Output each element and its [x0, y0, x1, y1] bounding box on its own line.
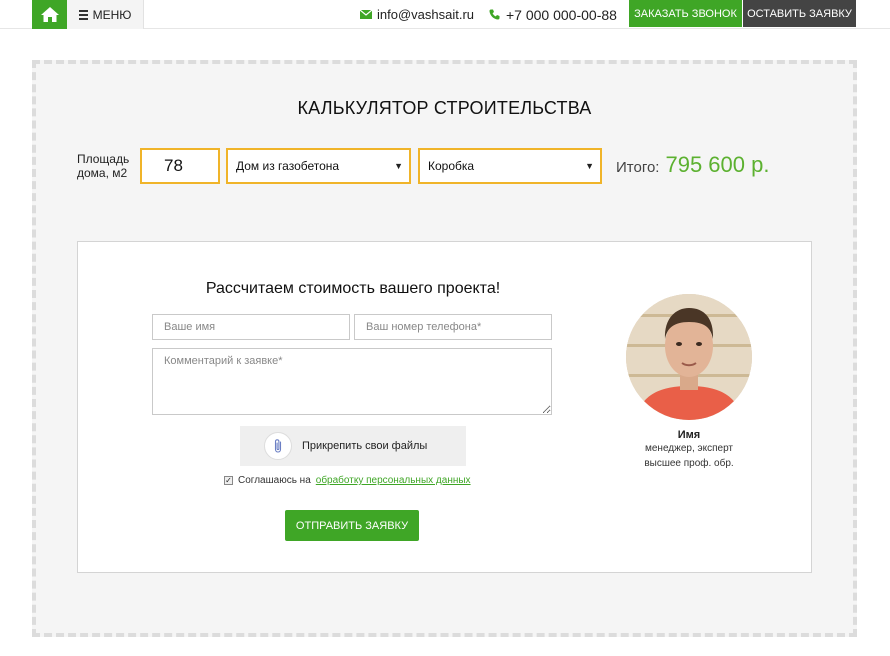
contact-phone[interactable]: +7 000 000-00-88: [489, 0, 617, 29]
order-call-button[interactable]: ЗАКАЗАТЬ ЗВОНОК: [629, 0, 742, 27]
phone-text: +7 000 000-00-88: [506, 6, 617, 23]
area-input[interactable]: 78: [140, 148, 220, 184]
total-price: Итого: 795 600 р.: [616, 152, 769, 178]
home-button[interactable]: [32, 0, 67, 29]
avatar: [626, 294, 752, 420]
phone-icon: [489, 9, 500, 20]
calculator-title: КАЛЬКУЛЯТОР СТРОИТЕЛЬСТВА: [297, 98, 592, 118]
envelope-icon: [360, 10, 372, 19]
calculator-panel: КАЛЬКУЛЯТОР СТРОИТЕЛЬСТВА Площадь дома, …: [32, 60, 857, 637]
submit-request-button[interactable]: ОТПРАВИТЬ ЗАЯВКУ: [285, 510, 419, 541]
manager-education: высшее проф. обр.: [644, 458, 734, 469]
consent-row: ✓ Соглашаюсь на обработку персональных д…: [224, 475, 471, 486]
request-form-card: Рассчитаем стоимость вашего проекта! При…: [77, 241, 812, 573]
build-stage-select[interactable]: Коробка ▼: [418, 148, 602, 184]
form-title: Рассчитаем стоимость вашего проекта!: [205, 280, 501, 297]
manager-role: менеджер, эксперт: [645, 443, 733, 454]
attach-files-button[interactable]: Прикрепить свои файлы: [240, 426, 466, 466]
dropdown-arrow-icon: ▼: [394, 161, 403, 171]
build-stage-value: Коробка: [428, 159, 475, 173]
area-label: Площадь дома, м2: [77, 152, 130, 180]
menu-button[interactable]: МЕНЮ: [67, 0, 144, 29]
top-bar: МЕНЮ info@vashsait.ru +7 000 000-00-88 З…: [0, 0, 890, 29]
menu-label: МЕНЮ: [92, 7, 132, 22]
leave-request-button[interactable]: ОСТАВИТЬ ЗАЯВКУ: [743, 0, 856, 27]
home-icon: [40, 7, 59, 22]
contact-email[interactable]: info@vashsait.ru: [360, 0, 474, 29]
house-type-value: Дом из газобетона: [236, 159, 340, 173]
hamburger-icon: [78, 9, 88, 20]
privacy-policy-link[interactable]: обработку персональных данных: [316, 475, 471, 486]
comment-textarea[interactable]: [152, 348, 552, 415]
name-input[interactable]: [152, 314, 350, 340]
dropdown-arrow-icon: ▼: [585, 161, 594, 171]
total-value: 795 600 р.: [665, 152, 770, 177]
email-text: info@vashsait.ru: [377, 7, 475, 22]
house-type-select[interactable]: Дом из газобетона ▼: [226, 148, 411, 184]
attach-files-label: Прикрепить свои файлы: [302, 440, 428, 452]
consent-checkbox[interactable]: ✓: [224, 476, 233, 485]
phone-input[interactable]: [354, 314, 552, 340]
total-label: Итого:: [616, 159, 660, 176]
paperclip-icon: [264, 432, 292, 460]
manager-name: Имя: [677, 429, 701, 441]
consent-text: Соглашаюсь на: [238, 475, 311, 486]
manager-card: Имя менеджер, эксперт высшее проф. обр.: [626, 294, 752, 471]
